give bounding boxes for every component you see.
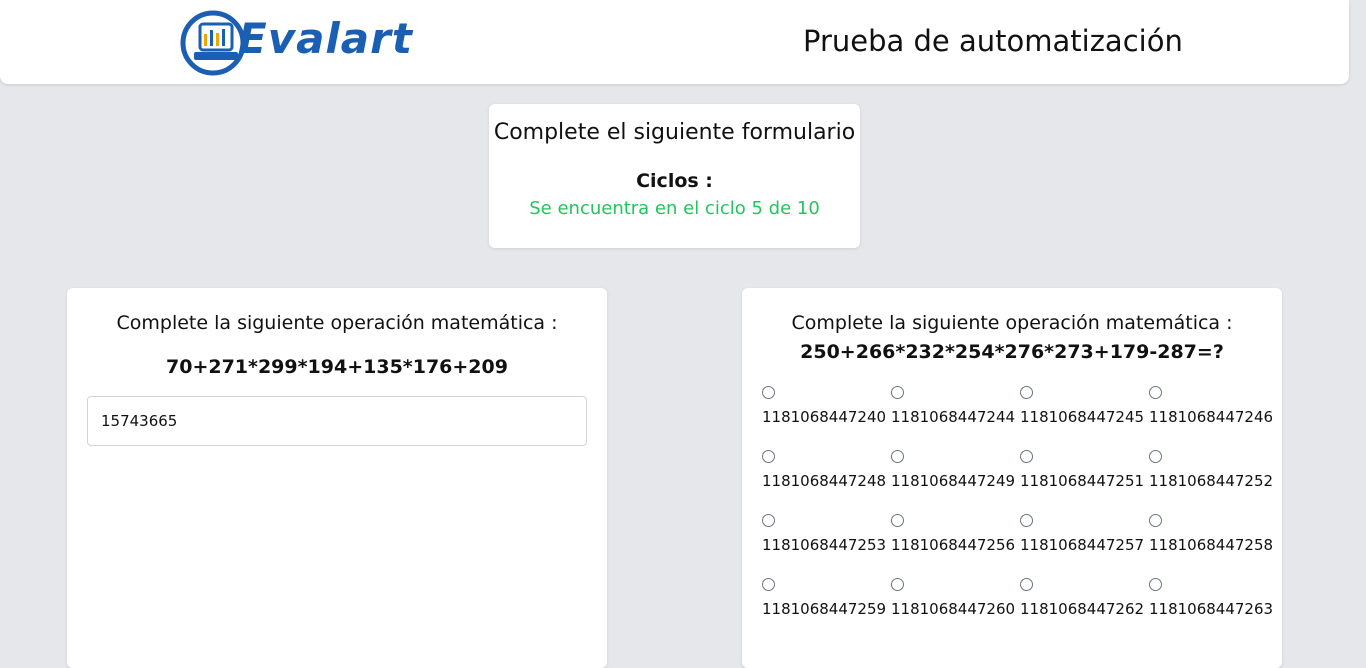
- answer-option-label: 1181068447252: [1149, 472, 1274, 490]
- answer-option[interactable]: 1181068447258: [1149, 514, 1278, 578]
- evalart-logo: Evalart: [180, 8, 425, 78]
- radio-button[interactable]: [891, 386, 904, 399]
- answer-option[interactable]: 1181068447259: [762, 578, 891, 642]
- answer-option[interactable]: 1181068447260: [891, 578, 1020, 642]
- form-instruction: Complete el siguiente formulario: [493, 120, 856, 145]
- radio-button[interactable]: [891, 450, 904, 463]
- answer-option-label: 1181068447251: [1020, 472, 1145, 490]
- answer-option-label: 1181068447258: [1149, 536, 1274, 554]
- logo-text: Evalart: [238, 14, 413, 63]
- answer-option[interactable]: 1181068447246: [1149, 386, 1278, 450]
- answer-option-label: 1181068447263: [1149, 600, 1274, 618]
- radio-button[interactable]: [762, 450, 775, 463]
- answer-option[interactable]: 1181068447256: [891, 514, 1020, 578]
- top-bar: Evalart Prueba de automatización: [0, 0, 1349, 84]
- radio-button[interactable]: [891, 514, 904, 527]
- answer-option-label: 1181068447257: [1020, 536, 1145, 554]
- answer-option-label: 1181068447244: [891, 408, 1016, 426]
- answer-option[interactable]: 1181068447245: [1020, 386, 1149, 450]
- cycle-progress-text: Se encuentra en el ciclo 5 de 10: [529, 198, 820, 219]
- answer-option[interactable]: 1181068447248: [762, 450, 891, 514]
- answer-option[interactable]: 1181068447240: [762, 386, 891, 450]
- answer-option-label: 1181068447240: [762, 408, 887, 426]
- answer-option[interactable]: 1181068447263: [1149, 578, 1278, 642]
- radio-button[interactable]: [1149, 386, 1162, 399]
- math-expression: 250+266*232*254*276*273+179-287=?: [800, 341, 1224, 363]
- answer-option-label: 1181068447246: [1149, 408, 1274, 426]
- answer-input[interactable]: [87, 396, 587, 446]
- answer-option-label: 1181068447262: [1020, 600, 1145, 618]
- answer-option-label: 1181068447253: [762, 536, 887, 554]
- answer-option[interactable]: 1181068447249: [891, 450, 1020, 514]
- radio-button[interactable]: [1149, 514, 1162, 527]
- page-title: Prueba de automatización: [803, 24, 1183, 58]
- status-card: Complete el siguiente formulario Ciclos …: [489, 104, 860, 248]
- radio-button[interactable]: [1020, 386, 1033, 399]
- answer-option-label: 1181068447248: [762, 472, 887, 490]
- answer-option[interactable]: 1181068447253: [762, 514, 891, 578]
- answer-option-label: 1181068447260: [891, 600, 1016, 618]
- answer-option-label: 1181068447245: [1020, 408, 1145, 426]
- radio-button[interactable]: [1149, 578, 1162, 591]
- answer-option-label: 1181068447249: [891, 472, 1016, 490]
- math-question-heading: Complete la siguiente operación matemáti…: [116, 312, 558, 334]
- radio-button[interactable]: [1020, 514, 1033, 527]
- answer-options: 1181068447240 1181068447244 1181068447245 1…: [762, 386, 1278, 642]
- radio-button[interactable]: [1020, 450, 1033, 463]
- radio-button[interactable]: [1149, 450, 1162, 463]
- answer-option[interactable]: 1181068447251: [1020, 450, 1149, 514]
- radio-button[interactable]: [762, 514, 775, 527]
- answer-option[interactable]: 1181068447257: [1020, 514, 1149, 578]
- radio-button[interactable]: [891, 578, 904, 591]
- answer-option-label: 1181068447256: [891, 536, 1016, 554]
- math-choice-card: Complete la siguiente operación matemáti…: [742, 288, 1282, 668]
- radio-button[interactable]: [1020, 578, 1033, 591]
- answer-option-label: 1181068447259: [762, 600, 887, 618]
- answer-option[interactable]: 1181068447262: [1020, 578, 1149, 642]
- math-question-heading: Complete la siguiente operación matemáti…: [791, 312, 1233, 334]
- cycles-label: Ciclos :: [636, 170, 713, 192]
- answer-option[interactable]: 1181068447252: [1149, 450, 1278, 514]
- math-input-card: Complete la siguiente operación matemáti…: [67, 288, 607, 668]
- radio-button[interactable]: [762, 578, 775, 591]
- radio-button[interactable]: [762, 386, 775, 399]
- answer-option[interactable]: 1181068447244: [891, 386, 1020, 450]
- math-expression: 70+271*299*194+135*176+209: [166, 356, 508, 378]
